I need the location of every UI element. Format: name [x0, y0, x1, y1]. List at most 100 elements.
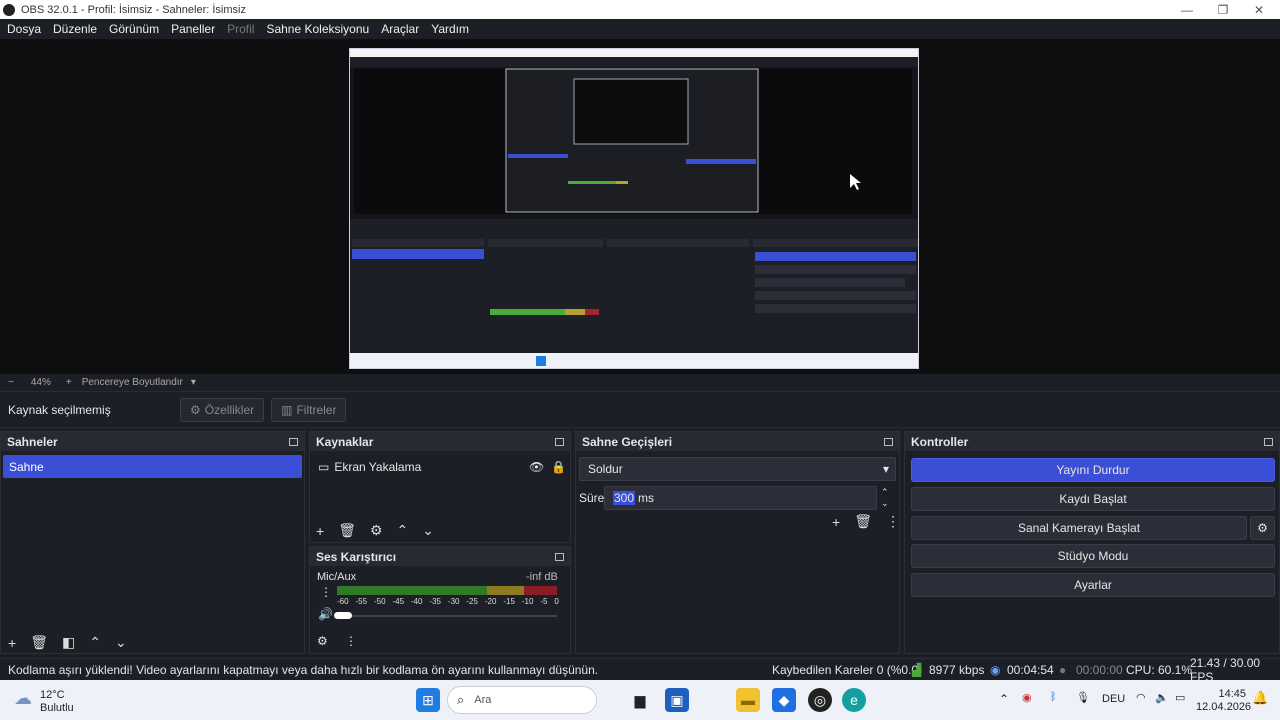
- float-dock-icon[interactable]: [555, 552, 564, 561]
- fit-to-window-button[interactable]: Pencereye Boyutlandır: [82, 377, 183, 388]
- chevron-up-icon[interactable]: ⌃: [89, 634, 101, 651]
- scenes-toolbar: + 🗑 ◧ ⌃ ⌄: [8, 634, 127, 651]
- cloud-icon[interactable]: ☁: [14, 688, 32, 709]
- transition-select[interactable]: Soldur ▾: [579, 457, 896, 481]
- scenes-title: Sahneler: [7, 434, 58, 449]
- settings-button[interactable]: Ayarlar: [911, 573, 1275, 597]
- virtual-camera-button[interactable]: Sanal Kamerayı Başlat: [911, 516, 1247, 540]
- properties-button[interactable]: ⚙ Özellikler: [180, 397, 265, 422]
- zoom-out-button[interactable]: −: [8, 377, 14, 388]
- mixer-level: -inf dB: [526, 571, 558, 583]
- wifi-icon[interactable]: ◠: [1136, 691, 1146, 704]
- trash-icon[interactable]: 🗑: [854, 513, 872, 530]
- add-icon[interactable]: +: [8, 635, 16, 651]
- chevron-up-icon[interactable]: ⌃: [999, 692, 1009, 706]
- window-title: OBS 32.0.1 - Profil: İsimsiz - Sahneler:…: [21, 3, 246, 16]
- taskbar-search[interactable]: ⌕ Ara: [447, 686, 597, 714]
- menu-tools[interactable]: Araçlar: [381, 22, 419, 36]
- weather-desc[interactable]: Bulutlu: [40, 702, 74, 714]
- search-icon: ⌕: [457, 692, 465, 707]
- clock-time[interactable]: 14:45: [1204, 688, 1246, 700]
- edge-icon[interactable]: e: [842, 688, 866, 712]
- tick-label: -30: [447, 597, 460, 606]
- trash-icon[interactable]: 🗑: [30, 634, 48, 651]
- preview-screen-capture: [349, 48, 919, 369]
- microphone-icon[interactable]: 🎙: [1076, 691, 1090, 704]
- trash-icon[interactable]: 🗑: [338, 522, 356, 539]
- float-dock-icon[interactable]: [555, 437, 564, 446]
- chevron-down-icon[interactable]: ⌄: [881, 498, 889, 509]
- tick-label: -10: [521, 597, 534, 606]
- tick-label: 0: [554, 597, 559, 606]
- monitor-icon: ▭: [318, 459, 330, 474]
- store-icon[interactable]: ▣: [665, 688, 689, 712]
- folder-icon[interactable]: ▬: [736, 688, 760, 712]
- studio-mode-button[interactable]: Stüdyo Modu: [911, 544, 1275, 568]
- weather-temp[interactable]: 12°C: [40, 689, 65, 701]
- filter-icon[interactable]: ◧: [62, 634, 75, 651]
- menu-edit[interactable]: Düzenle: [53, 22, 97, 36]
- close-button[interactable]: ✕: [1241, 0, 1277, 19]
- menu-profile[interactable]: Profil: [227, 22, 254, 36]
- obs-taskbar-icon[interactable]: ◎: [808, 688, 832, 712]
- chevron-down-icon[interactable]: ⌄: [115, 634, 127, 651]
- status-bar: Kodlama aşırı yüklendi! Video ayarlarını…: [0, 656, 1280, 684]
- clock-date[interactable]: 12.04.2026: [1196, 701, 1251, 713]
- maximize-button[interactable]: ❐: [1205, 0, 1241, 19]
- scene-item[interactable]: Sahne: [3, 455, 302, 478]
- chevron-up-icon[interactable]: ⌃: [397, 522, 409, 539]
- duration-input[interactable]: 300 ms: [604, 486, 877, 510]
- kebab-menu-icon[interactable]: ⋮: [345, 634, 357, 648]
- recursive-capture-image: [350, 49, 918, 368]
- chevron-down-icon[interactable]: ▾: [191, 377, 196, 388]
- tick-label: -25: [466, 597, 478, 606]
- volume-slider-track[interactable]: [352, 615, 557, 617]
- virtual-camera-settings-button[interactable]: ⚙: [1250, 516, 1275, 540]
- float-dock-icon[interactable]: [289, 437, 298, 446]
- duration-value: 300: [613, 491, 636, 505]
- volume-icon[interactable]: 🔊: [318, 607, 333, 621]
- chevron-up-icon[interactable]: ⌃: [881, 487, 889, 498]
- filters-button[interactable]: ▥ Filtreler: [271, 397, 347, 422]
- windows-taskbar: ☁ 12°C Bulutlu ⊞ ⌕ Ara ▆ ▣ ▬ ◆ ◎ e ⌃ ◉ ᛒ…: [0, 680, 1280, 720]
- language-indicator[interactable]: DEU: [1102, 693, 1125, 705]
- start-record-button[interactable]: Kaydı Başlat: [911, 487, 1275, 511]
- speaker-icon[interactable]: 🔈: [1155, 691, 1169, 704]
- volume-slider-handle[interactable]: [334, 612, 352, 619]
- eye-icon[interactable]: 👁: [529, 460, 544, 474]
- signal-bars-icon: ▟: [912, 662, 922, 677]
- add-icon[interactable]: +: [316, 523, 324, 539]
- bluetooth-icon[interactable]: ᛒ: [1050, 691, 1057, 703]
- gear-icon[interactable]: ⚙: [370, 522, 383, 539]
- app-icon[interactable]: ◆: [772, 688, 796, 712]
- minimize-button[interactable]: —: [1169, 0, 1205, 19]
- chevron-down-icon[interactable]: ⌄: [422, 522, 434, 539]
- task-view-icon[interactable]: ▆: [628, 688, 652, 712]
- app-tray-icon[interactable]: ◉: [1022, 691, 1032, 704]
- dropped-frames: Kaybedilen Kareler 0 (%0.0): [772, 662, 923, 677]
- stop-stream-button[interactable]: Yayını Durdur: [911, 458, 1275, 482]
- menu-help[interactable]: Yardım: [431, 22, 469, 36]
- menu-docks[interactable]: Paneller: [171, 22, 215, 36]
- menu-file[interactable]: Dosya: [7, 22, 41, 36]
- start-icon[interactable]: ⊞: [416, 688, 440, 712]
- notification-bell-icon[interactable]: 🔔: [1252, 690, 1268, 706]
- source-label: Ekran Yakalama: [334, 459, 422, 474]
- battery-icon[interactable]: ▭: [1175, 691, 1185, 704]
- lock-icon[interactable]: 🔒: [551, 460, 566, 474]
- transition-selected: Soldur: [588, 462, 623, 476]
- transitions-toolbar: + 🗑 ⋮: [832, 513, 900, 530]
- zoom-in-button[interactable]: +: [66, 377, 72, 388]
- encoding-warning: Kodlama aşırı yüklendi! Video ayarlarını…: [8, 662, 599, 677]
- menu-view[interactable]: Görünüm: [109, 22, 159, 36]
- duration-stepper[interactable]: ⌃ ⌄: [881, 487, 889, 509]
- menu-scene-collection[interactable]: Sahne Koleksiyonu: [266, 22, 369, 36]
- float-dock-icon[interactable]: [884, 437, 893, 446]
- kebab-menu-icon[interactable]: ⋮: [886, 513, 900, 530]
- kebab-menu-icon[interactable]: ⋮: [320, 585, 332, 599]
- source-item[interactable]: ▭ Ekran Yakalama 👁 🔒: [310, 455, 570, 478]
- filters-label: Filtreler: [296, 402, 337, 417]
- float-dock-icon[interactable]: [1264, 437, 1273, 446]
- add-icon[interactable]: +: [832, 514, 840, 530]
- gear-icon[interactable]: ⚙: [317, 634, 328, 648]
